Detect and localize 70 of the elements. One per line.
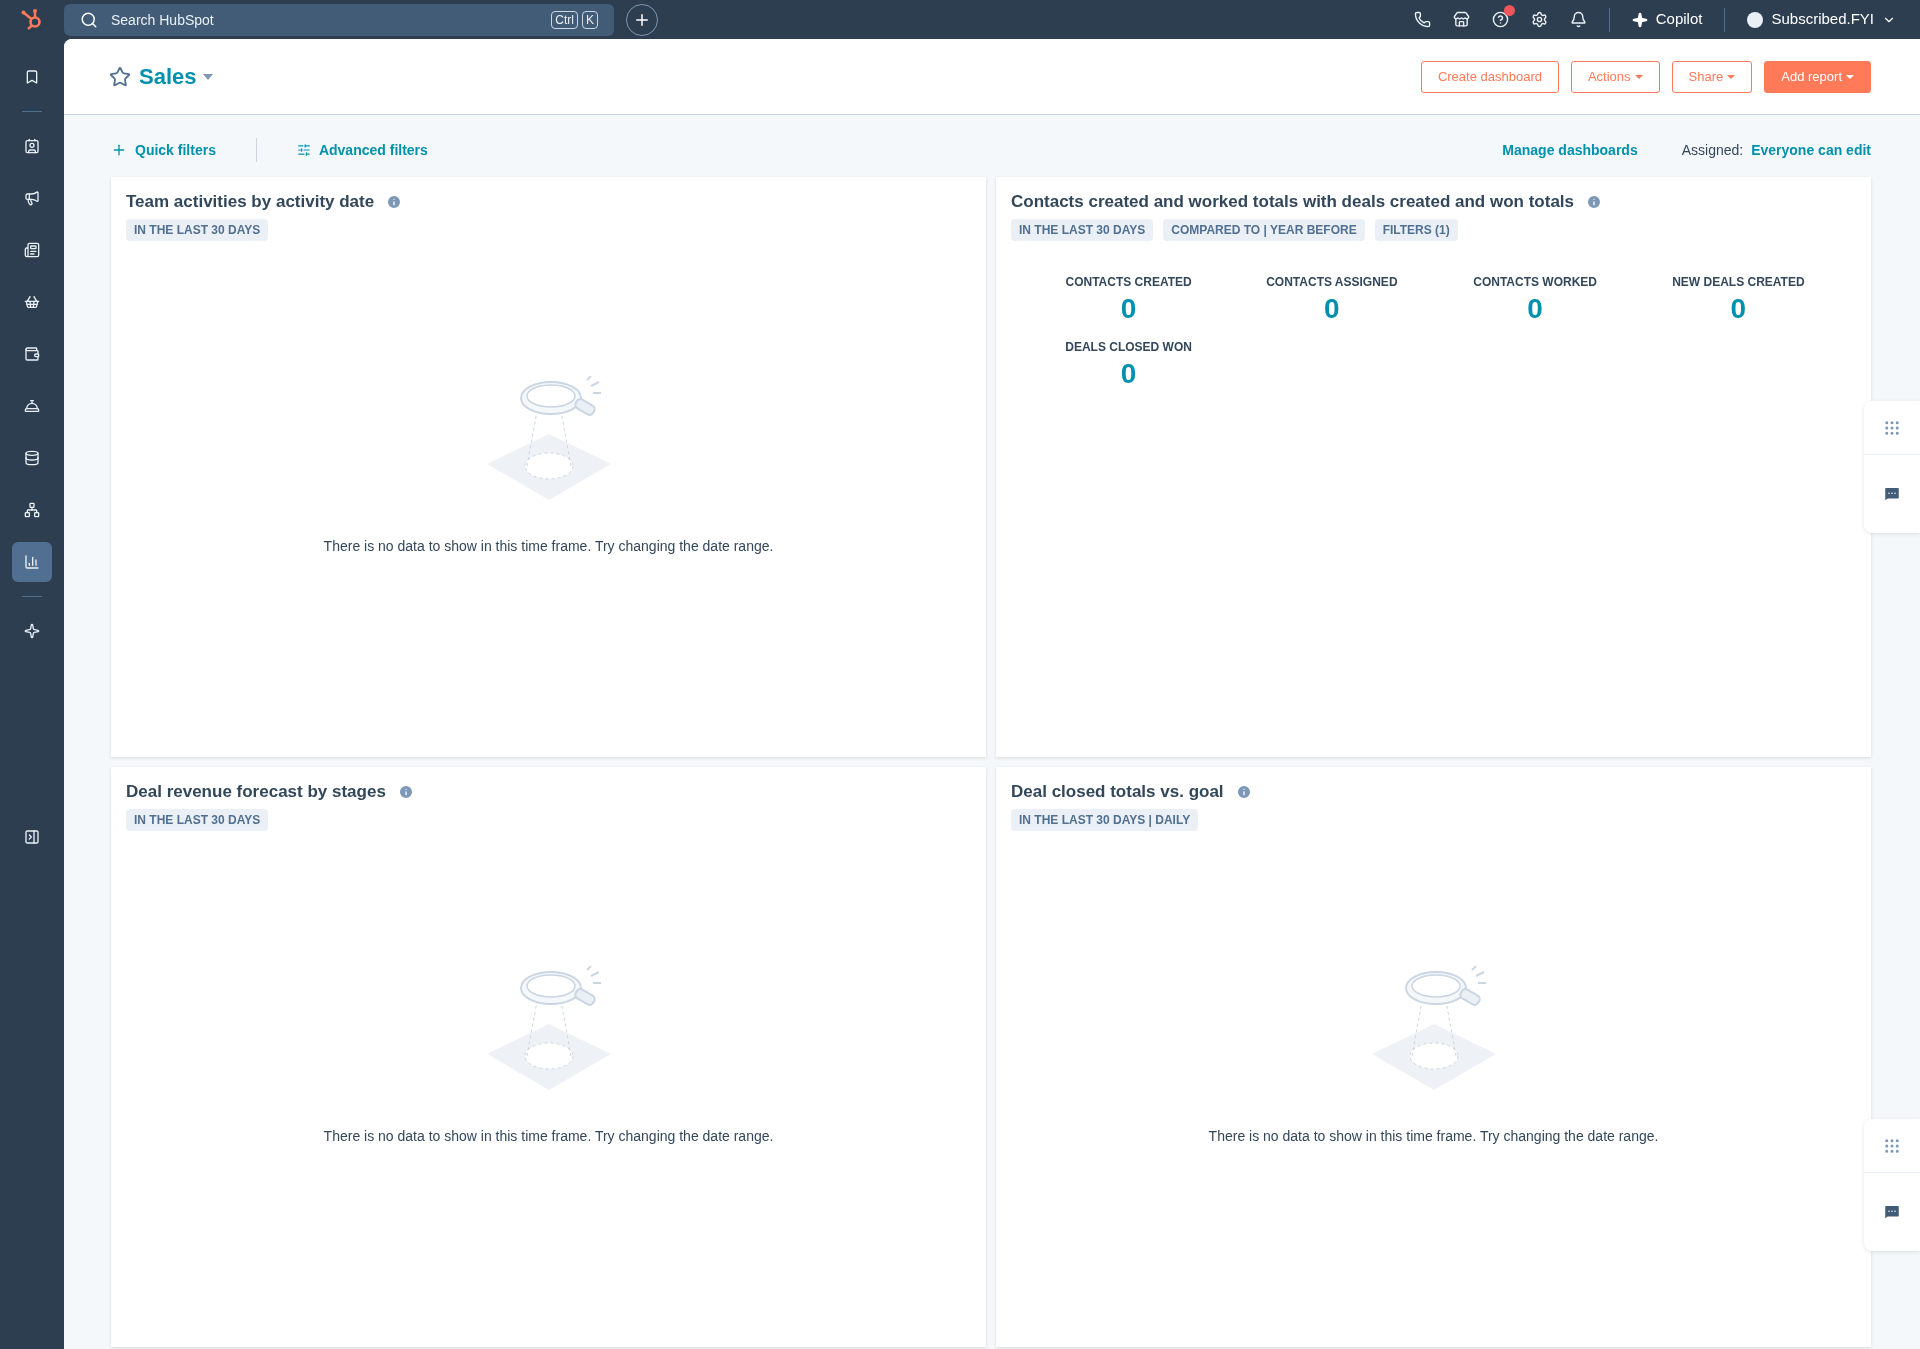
service-bell-icon [24,398,40,414]
sparkle-icon [1631,11,1648,28]
metric-value[interactable]: 0 [1730,290,1747,326]
chat-icon[interactable] [1883,1203,1901,1221]
phone-icon[interactable] [1413,11,1431,28]
grid-dots-icon[interactable] [1883,1136,1901,1155]
filter-tag: COMPARED TO | YEAR BEFORE [1163,218,1365,241]
network-icon [24,502,40,518]
metric-value[interactable]: 0 [1324,290,1340,326]
wallet-icon [24,346,40,362]
filter-tag: FILTERS (1) [1374,218,1458,241]
empty-message: There is no data to show in this time frame. Try changing the date range. [323,1127,774,1147]
header-button[interactable]: Share [1671,60,1753,93]
sparkle-icon [24,623,40,639]
metric-label: CONTACTS CREATED [1065,273,1192,291]
megaphone-icon [24,190,40,206]
assigned-label: Assigned: [1681,140,1744,160]
filter-tag: IN THE LAST 30 DAYS [126,218,269,241]
metric-label: DEALS CLOSED WON [1065,338,1192,356]
info-icon[interactable] [397,783,414,800]
favorite-star-icon[interactable] [109,65,131,88]
filter-tag: IN THE LAST 30 DAYS [126,808,269,831]
search-icon [80,10,98,29]
empty-message: There is no data to show in this time frame. Try changing the date range. [1208,1127,1659,1147]
info-icon[interactable] [1586,193,1603,210]
quick-filters-button[interactable]: Quick filters [111,139,216,161]
info-icon[interactable] [386,193,403,210]
shortcut-key: Ctrl [551,10,578,29]
shortcut-key: K [582,10,598,29]
metric-label: NEW DEALS CREATED [1672,273,1805,291]
copilot-button[interactable]: Copilot [1631,8,1703,31]
sprocket-logo-icon[interactable] [20,7,44,32]
basket-icon [24,294,40,310]
empty-message: There is no data to show in this time frame. Try changing the date range. [323,537,774,557]
assigned-link[interactable]: Everyone can edit [1751,139,1871,161]
card-title[interactable]: Deal revenue forecast by stages [126,779,386,805]
card-title[interactable]: Deal closed totals vs. goal [1011,779,1224,805]
metric-label: CONTACTS WORKED [1473,273,1597,291]
help-icon[interactable] [1491,11,1509,28]
marketplace-icon[interactable] [1452,11,1470,28]
database-icon [24,450,40,466]
plus-icon [111,142,127,158]
document-icon [24,242,40,258]
manage-dashboards-link[interactable]: Manage dashboards [1502,139,1638,161]
advanced-filters-button[interactable]: Advanced filters [296,139,428,161]
filter-tag: IN THE LAST 30 DAYS [1011,218,1154,241]
bar-chart-icon [24,554,40,570]
expand-sidebar-icon[interactable] [24,829,40,845]
contact-card-icon [24,138,40,154]
settings-icon[interactable] [1530,11,1548,28]
card-title[interactable]: Contacts created and worked totals with deals created and won totals [1011,189,1575,215]
header-button[interactable]: Actions [1570,60,1660,93]
info-icon[interactable] [1235,783,1252,800]
dashboard-selector[interactable]: Sales [139,60,215,93]
filter-tag: IN THE LAST 30 DAYS | DAILY [1011,808,1199,831]
metric-label: CONTACTS ASSIGNED [1266,273,1398,291]
sliders-icon [296,143,311,157]
header-button[interactable]: Create dashboard [1420,60,1559,93]
metric-value[interactable]: 0 [1120,355,1137,391]
account-menu[interactable]: Subscribed.FYI [1747,8,1896,31]
bookmark-icon [24,69,40,85]
sidebar-item[interactable] [12,542,52,582]
card-title[interactable]: Team activities by activity date [126,189,375,215]
header-button[interactable]: Add report [1764,60,1871,93]
metric-value[interactable]: 0 [1527,290,1543,326]
grid-dots-icon[interactable] [1883,418,1901,437]
chat-icon[interactable] [1883,485,1901,503]
metric-value[interactable]: 0 [1120,290,1137,326]
caret-icon [200,71,215,82]
notifications-icon[interactable] [1569,11,1587,28]
